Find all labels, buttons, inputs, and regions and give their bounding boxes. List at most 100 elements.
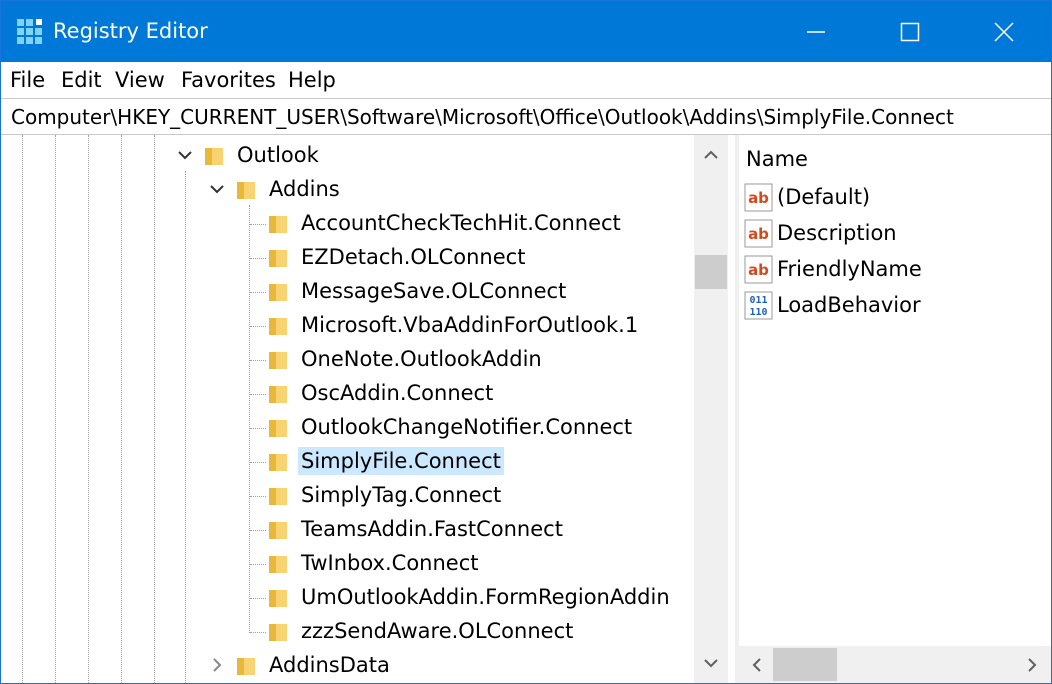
tree-guide-line	[250, 258, 266, 259]
tree-guide-line	[250, 224, 266, 225]
folder-icon	[269, 420, 287, 437]
scroll-right-icon[interactable]	[1022, 655, 1042, 675]
tree-label-addins: Addins	[269, 177, 340, 201]
tree-label-addin: OneNote.OutlookAddin	[301, 347, 542, 371]
tree-item-outlook[interactable]: Outlook	[1, 139, 691, 173]
minimize-button[interactable]	[769, 1, 863, 62]
tree-guide-line	[250, 428, 266, 429]
menu-favorites[interactable]: Favorites	[181, 66, 276, 94]
scrollbar-thumb[interactable]	[773, 648, 837, 681]
tree-item-addins[interactable]: Addins	[1, 173, 691, 207]
window-title: Registry Editor	[53, 19, 208, 43]
folder-icon	[269, 590, 287, 607]
svg-text:ab: ab	[748, 189, 769, 207]
folder-icon	[269, 352, 287, 369]
folder-icon	[269, 556, 287, 573]
folder-icon	[269, 284, 287, 301]
tree-label-addin: TeamsAddin.FastConnect	[301, 517, 563, 541]
value-row[interactable]: 011 110 LoadBehavior	[739, 287, 1051, 323]
menu-file[interactable]: File	[10, 66, 45, 94]
tree-guide-line	[250, 496, 266, 497]
folder-icon	[269, 522, 287, 539]
folder-icon	[269, 488, 287, 505]
tree-guide-line	[250, 632, 266, 633]
tree-label-addin: SimplyTag.Connect	[301, 483, 502, 507]
address-bar[interactable]: Computer\HKEY_CURRENT_USER\Software\Micr…	[1, 98, 1051, 135]
close-button[interactable]	[957, 1, 1051, 62]
tree-label-addin: OutlookChangeNotifier.Connect	[301, 415, 633, 439]
title-bar[interactable]: Registry Editor	[1, 1, 1051, 62]
tree-item-addin[interactable]: AccountCheckTechHit.Connect	[1, 207, 691, 241]
tree-guide-line	[250, 394, 266, 395]
tree-guide-line	[250, 360, 266, 361]
folder-icon	[237, 182, 255, 199]
folder-icon	[269, 624, 287, 641]
tree-guide-line	[250, 530, 266, 531]
svg-text:110: 110	[749, 307, 767, 318]
column-header-label: Name	[746, 147, 808, 171]
tree-guide-line	[250, 462, 266, 463]
tree-item-addin[interactable]: UmOutlookAddin.FormRegionAddin	[1, 581, 691, 615]
value-name: (Default)	[777, 185, 871, 209]
folder-icon	[269, 318, 287, 335]
tree-label-addin: AccountCheckTechHit.Connect	[301, 211, 621, 235]
tree-item-addin[interactable]: MessageSave.OLConnect	[1, 275, 691, 309]
address-path[interactable]: Computer\HKEY_CURRENT_USER\Software\Micr…	[11, 104, 954, 130]
value-row[interactable]: ab FriendlyName	[739, 251, 1051, 287]
tree-guide-line	[250, 598, 266, 599]
tree-item-addin[interactable]: TwInbox.Connect	[1, 547, 691, 581]
value-row[interactable]: ab Description	[739, 215, 1051, 251]
value-name: FriendlyName	[777, 257, 922, 281]
values-pane[interactable]: Name ab (Default) ab Description ab FriendlyN…	[739, 135, 1051, 683]
close-icon	[994, 21, 1014, 42]
tree-guide-line	[250, 564, 266, 565]
tree-label-addin: EZDetach.OLConnect	[301, 245, 526, 269]
folder-icon	[269, 250, 287, 267]
tree-label-addin: SimplyFile.Connect	[298, 447, 504, 475]
tree-item-addin[interactable]: OneNote.OutlookAddin	[1, 343, 691, 377]
tree-label-addin: Microsoft.VbaAddinForOutlook.1	[301, 313, 639, 337]
menu-view[interactable]: View	[115, 66, 165, 94]
tree-label-addin: zzzSendAware.OLConnect	[301, 619, 574, 643]
tree-item-addin[interactable]: Microsoft.VbaAddinForOutlook.1	[1, 309, 691, 343]
scrollbar-thumb[interactable]	[695, 255, 727, 289]
folder-icon	[237, 658, 255, 675]
binary-value-icon: 011110	[744, 291, 773, 320]
menu-help[interactable]: Help	[288, 66, 336, 94]
tree-item-addin[interactable]: OutlookChangeNotifier.Connect	[1, 411, 691, 445]
folder-icon	[269, 386, 287, 403]
maximize-button[interactable]	[863, 1, 957, 62]
tree-label-addin: UmOutlookAddin.FormRegionAddin	[301, 585, 670, 609]
tree-item-addin[interactable]: TeamsAddin.FastConnect	[1, 513, 691, 547]
tree-item-addin[interactable]: EZDetach.OLConnect	[1, 241, 691, 275]
string-value-icon: ab	[744, 219, 773, 248]
tree-label-outlook: Outlook	[237, 143, 319, 167]
value-row[interactable]: ab (Default)	[739, 179, 1051, 215]
menu-edit[interactable]: Edit	[61, 66, 102, 94]
tree-item-addin[interactable]: zzzSendAware.OLConnect	[1, 615, 691, 649]
menu-bar: File Edit View Favorites Help	[1, 62, 1051, 98]
scroll-down-icon[interactable]	[701, 653, 721, 673]
folder-icon	[269, 216, 287, 233]
tree-vertical-scrollbar[interactable]	[694, 135, 728, 683]
registry-editor-icon	[17, 19, 42, 44]
tree-item-addin[interactable]: SimplyFile.Connect	[1, 445, 691, 479]
svg-text:ab: ab	[748, 225, 769, 243]
chevron-down-icon[interactable]	[175, 145, 195, 165]
tree-label-addin: TwInbox.Connect	[301, 551, 479, 575]
chevron-down-icon[interactable]	[207, 179, 227, 199]
tree-label-addinsdata: AddinsData	[269, 653, 390, 677]
chevron-right-icon[interactable]	[207, 655, 227, 675]
string-value-icon: ab	[744, 183, 773, 212]
tree-item-addin[interactable]: SimplyTag.Connect	[1, 479, 691, 513]
value-name: LoadBehavior	[777, 293, 921, 317]
column-header-name[interactable]: Name	[739, 135, 1051, 181]
minimize-icon	[807, 30, 825, 33]
key-tree-pane[interactable]: Outlook Addins AccountCheckTechHit.Conne…	[1, 135, 735, 683]
scroll-up-icon[interactable]	[701, 145, 721, 165]
values-horizontal-scrollbar[interactable]	[739, 646, 1051, 683]
svg-text:011: 011	[749, 295, 767, 306]
tree-item-addin[interactable]: OscAddin.Connect	[1, 377, 691, 411]
tree-item-addinsdata[interactable]: AddinsData	[1, 649, 691, 683]
scroll-left-icon[interactable]	[747, 655, 767, 675]
